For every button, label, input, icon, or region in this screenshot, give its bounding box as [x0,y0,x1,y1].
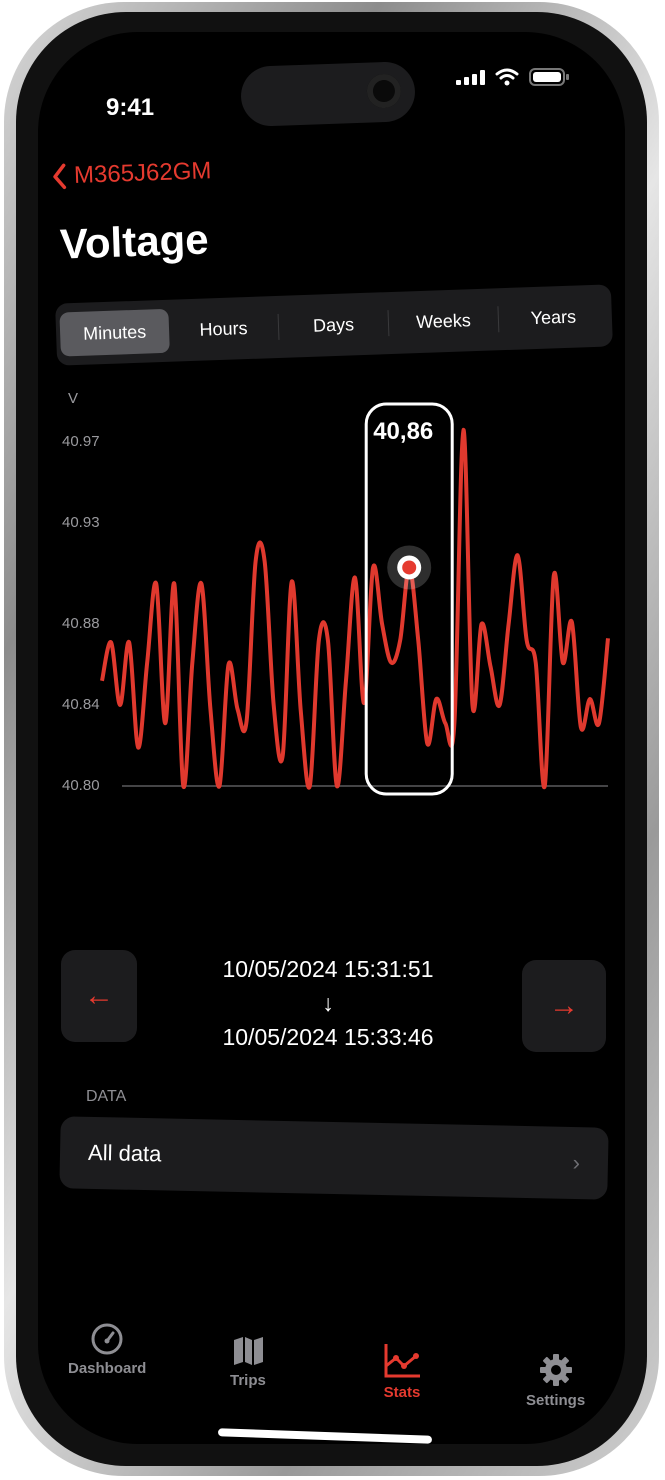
back-label: M365J62GM [73,157,212,190]
home-indicator[interactable] [217,1428,433,1444]
tab-label: Trips [230,1372,266,1389]
time-range-segmented-control: Minutes Hours Days Weeks Years [55,284,613,366]
map-icon [233,1337,263,1365]
cellular-signal-icon [456,69,485,85]
chevron-right-icon: › [572,1150,581,1176]
range-start: 10/05/2024 15:31:51 [222,956,434,982]
tab-label: Stats [383,1384,421,1401]
arrow-right-icon: → [549,989,579,1022]
voltage-series-line [100,427,610,790]
back-button[interactable]: M365J62GM [52,157,212,191]
camera-icon [366,73,402,109]
chart-line-icon [384,1344,420,1378]
tooltip-value: 40,86 [373,418,434,445]
tab-label: Dashboard [68,1360,147,1377]
segment-hours[interactable]: Hours [168,305,278,353]
tab-dashboard[interactable]: Dashboard [68,1322,146,1377]
page-title: Voltage [59,215,210,268]
arrow-left-icon: ← [84,979,114,1012]
battery-icon [529,68,569,86]
tab-label: Settings [526,1392,586,1409]
segment-days[interactable]: Days [278,301,388,349]
segment-weeks[interactable]: Weeks [388,297,498,345]
phone-bezel: 9:41 M365J62GM Voltage Minutes Hours Day… [16,12,647,1466]
phone-frame: 9:41 M365J62GM Voltage Minutes Hours Day… [4,2,659,1476]
chevron-left-icon [53,163,67,190]
tab-stats[interactable]: Stats [382,1342,422,1401]
screen: 9:41 M365J62GM Voltage Minutes Hours Day… [38,32,625,1444]
range-end: 10/05/2024 15:33:46 [222,1024,434,1050]
next-range-button[interactable]: → [522,960,606,1052]
status-time: 9:41 [106,94,155,121]
speedometer-icon [91,1323,123,1355]
date-range: 10/05/2024 15:31:51 ↓ 10/05/2024 15:33:4… [208,952,448,1054]
voltage-chart[interactable]: V 40.97 40.93 40.88 40.84 40.80 40,86 [38,372,625,812]
previous-range-button[interactable]: ← [61,950,137,1042]
selected-point[interactable] [402,560,417,575]
tab-bar: Dashboard Trips Stats Settings [38,1322,625,1422]
range-arrow-icon: ↓ [322,990,334,1016]
tab-settings[interactable]: Settings [526,1352,585,1409]
dynamic-island [240,60,416,128]
segment-minutes[interactable]: Minutes [59,308,170,357]
tab-trips[interactable]: Trips [230,1334,266,1389]
data-section-label: DATA [86,1088,127,1105]
wifi-icon [495,68,519,86]
all-data-row[interactable]: All data › [59,1116,609,1200]
segment-years[interactable]: Years [498,293,608,341]
chart-plot [100,402,610,796]
all-data-label: All data [87,1139,162,1167]
gear-icon [539,1354,572,1386]
status-icons [456,68,569,86]
